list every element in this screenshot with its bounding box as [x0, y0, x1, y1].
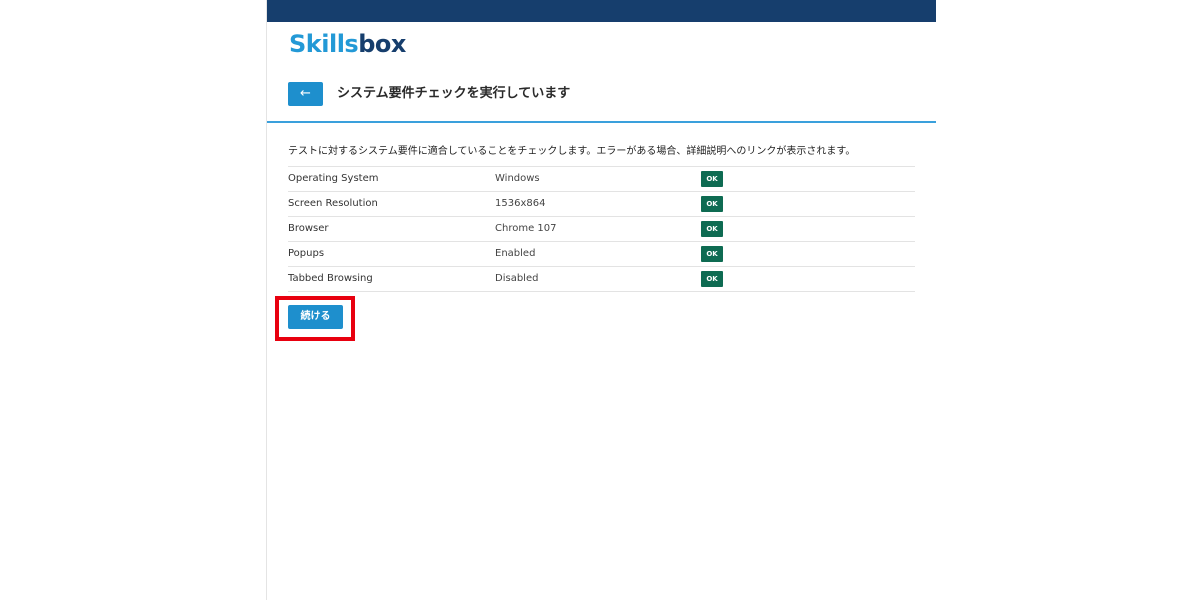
arrow-left-icon: ←: [300, 86, 311, 101]
back-button[interactable]: ←: [288, 82, 323, 106]
page-title: システム要件チェックを実行しています: [337, 86, 571, 101]
requirement-label: Screen Resolution: [288, 198, 378, 209]
status-badge: OK: [701, 271, 723, 287]
requirements-table: Operating System Windows OK Screen Resol…: [288, 166, 915, 292]
table-row: Browser Chrome 107 OK: [288, 217, 915, 242]
requirement-value: Windows: [495, 173, 540, 184]
logo-text-skills: Skills: [289, 30, 359, 58]
skillsbox-logo: Skillsbox: [289, 30, 406, 58]
requirement-label: Tabbed Browsing: [288, 273, 373, 284]
requirement-value: Chrome 107: [495, 223, 557, 234]
requirement-label: Browser: [288, 223, 329, 234]
continue-button[interactable]: 続ける: [288, 305, 343, 329]
title-divider: [267, 121, 936, 123]
status-badge: OK: [701, 221, 723, 237]
description-text: テストに対するシステム要件に適合していることをチェックします。エラーがある場合、…: [288, 146, 856, 157]
requirement-value: Disabled: [495, 273, 539, 284]
table-row: Tabbed Browsing Disabled OK: [288, 267, 915, 292]
status-badge: OK: [701, 171, 723, 187]
top-navbar: [267, 0, 936, 22]
table-row: Screen Resolution 1536x864 OK: [288, 192, 915, 217]
page-container: Skillsbox ← システム要件チェックを実行しています テストに対するシス…: [266, 0, 936, 600]
status-badge: OK: [701, 246, 723, 262]
requirement-label: Popups: [288, 248, 325, 259]
status-badge: OK: [701, 196, 723, 212]
requirement-label: Operating System: [288, 173, 379, 184]
table-row: Popups Enabled OK: [288, 242, 915, 267]
table-row: Operating System Windows OK: [288, 167, 915, 192]
requirement-value: Enabled: [495, 248, 536, 259]
requirement-value: 1536x864: [495, 198, 546, 209]
logo-text-box: box: [358, 30, 406, 58]
